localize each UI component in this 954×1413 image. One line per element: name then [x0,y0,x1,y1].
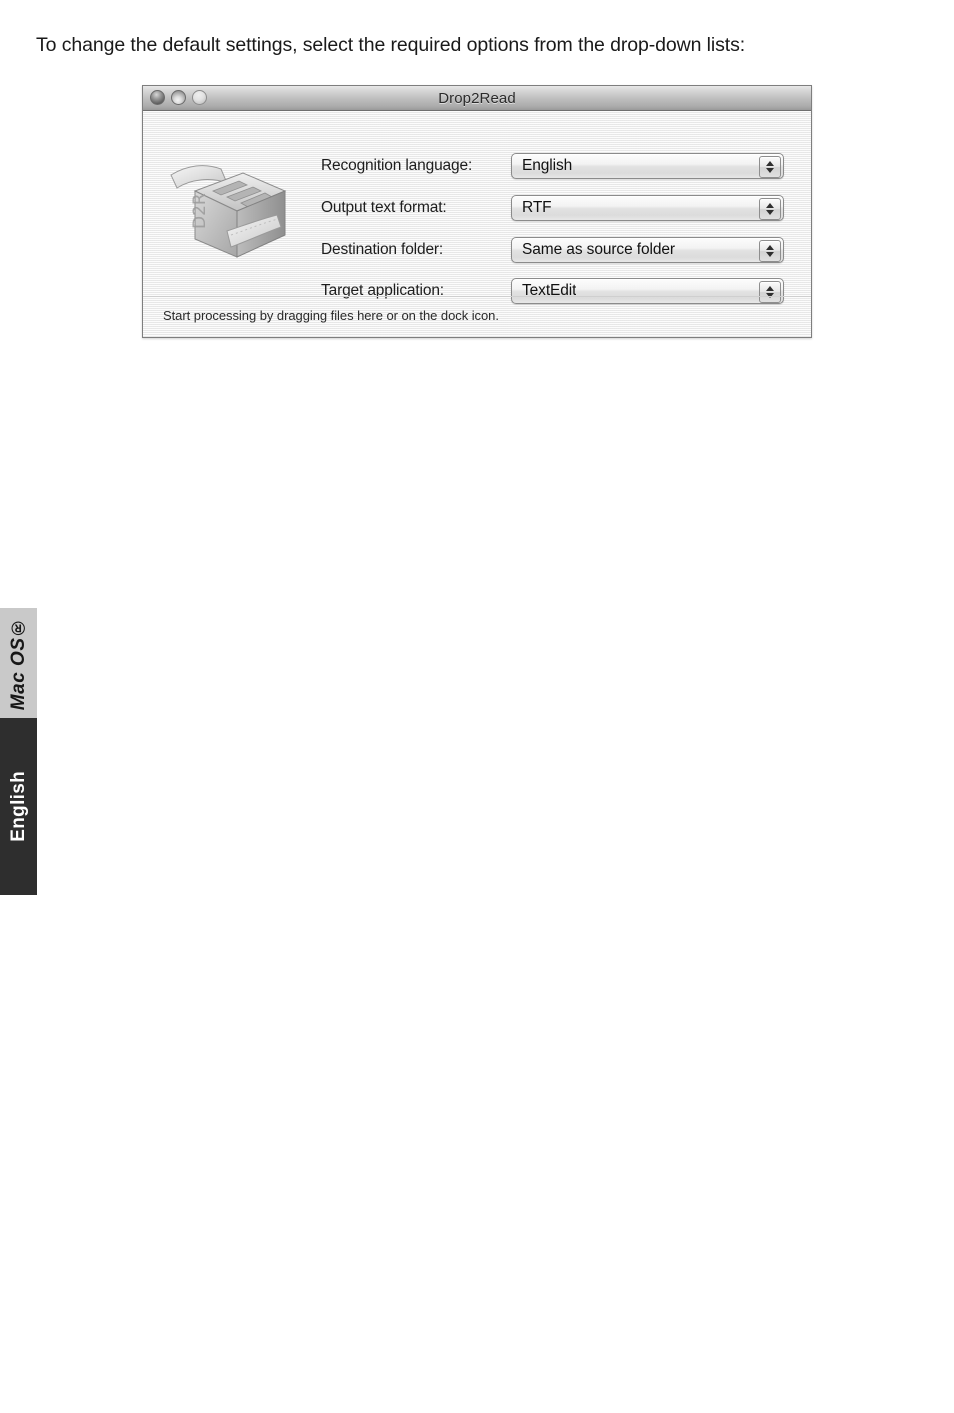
dropdown-value-destination-folder: Same as source folder [522,241,675,258]
chevron-down-icon [766,210,774,215]
chevron-up-icon [766,203,774,208]
dropdown-value-output-text-format: RTF [522,199,552,216]
window-title: Drop2Read [438,89,516,107]
setting-row-destination-folder: Destination folder: Same as source folde… [321,237,784,263]
dropdown-destination-folder[interactable]: Same as source folder [511,237,784,263]
dropdown-target-application[interactable]: TextEdit [511,278,784,304]
close-icon[interactable] [150,90,165,105]
label-target-application: Target application: [321,282,444,299]
drop2read-scanner-icon: D2R [165,153,293,265]
window-controls [150,90,207,105]
window-body: D2R Recognition language: English Output… [143,111,811,337]
minimize-icon[interactable] [171,90,186,105]
chevron-down-icon [766,252,774,257]
setting-row-target-application: Target application: TextEdit [321,278,784,304]
chevron-down-icon [766,168,774,173]
side-tab-label-english: English [7,771,29,842]
chevron-up-icon [766,286,774,291]
side-tab-label-mac-os: Mac OS® [7,615,29,711]
zoom-icon[interactable] [192,90,207,105]
stepper-icon-destination-folder[interactable] [759,240,781,262]
stepper-icon-recognition-language[interactable] [759,156,781,178]
page-title: To change the default settings, select t… [36,34,746,56]
side-tab-english[interactable]: English [0,718,37,895]
setting-row-recognition-language: Recognition language: English [321,153,784,179]
label-output-text-format: Output text format: [321,199,447,216]
window-titlebar[interactable]: Drop2Read [143,86,811,111]
dropdown-value-recognition-language: English [522,157,573,174]
status-divider [143,296,811,297]
chevron-up-icon [766,245,774,250]
stepper-icon-output-text-format[interactable] [759,198,781,220]
settings-form: Recognition language: English Output tex… [321,153,784,320]
status-text: Start processing by dragging files here … [163,308,499,323]
dropdown-value-target-application: TextEdit [522,282,577,299]
stepper-icon-target-application[interactable] [759,281,781,303]
label-destination-folder: Destination folder: [321,241,444,258]
side-tab-mac-os[interactable]: Mac OS® [0,608,37,718]
drop2read-window: Drop2Read D2R Recognition language: Engl… [142,85,812,338]
label-recognition-language: Recognition language: [321,157,473,174]
svg-text:D2R: D2R [190,193,210,229]
dropdown-recognition-language[interactable]: English [511,153,784,179]
chevron-up-icon [766,161,774,166]
setting-row-output-text-format: Output text format: RTF [321,195,784,221]
dropdown-output-text-format[interactable]: RTF [511,195,784,221]
